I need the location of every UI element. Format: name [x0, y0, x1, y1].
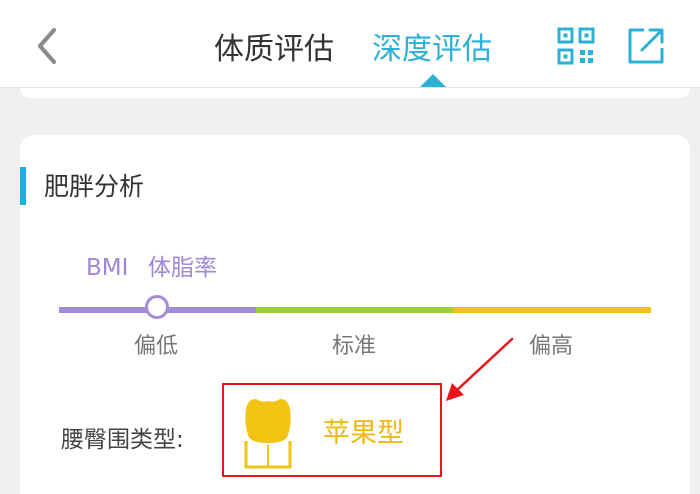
qr-code-icon: [557, 27, 595, 65]
qr-code-button[interactable]: [556, 26, 596, 66]
scale-label-normal: 标准: [332, 334, 377, 359]
scale-marker: [145, 295, 169, 319]
section-accent-bar: [20, 167, 26, 205]
back-button[interactable]: [30, 24, 70, 68]
legend-body-fat: 体脂率: [148, 255, 217, 281]
share-icon: [628, 28, 664, 64]
back-icon: [38, 28, 56, 64]
top-nav-bar: 体质评估 深度评估: [0, 0, 700, 88]
waist-hip-type-label: 腰臀围类型:: [61, 427, 184, 453]
scale-label-high: 偏高: [529, 334, 574, 359]
scale-segment-normal: [256, 307, 453, 313]
share-button[interactable]: [626, 26, 666, 66]
legend-bmi: BMI: [86, 255, 129, 281]
section-title: 肥胖分析: [44, 172, 145, 201]
previous-card-edge: [20, 88, 690, 98]
tab-constitution-assessment[interactable]: 体质评估: [214, 30, 334, 70]
active-tab-indicator: [420, 74, 446, 87]
scale-segment-high: [453, 307, 651, 313]
annotation-arrow-icon: [446, 337, 514, 401]
scale-label-low: 偏低: [134, 334, 179, 359]
annotation-highlight-box: [222, 383, 442, 477]
tab-deep-assessment[interactable]: 深度评估: [372, 30, 492, 70]
